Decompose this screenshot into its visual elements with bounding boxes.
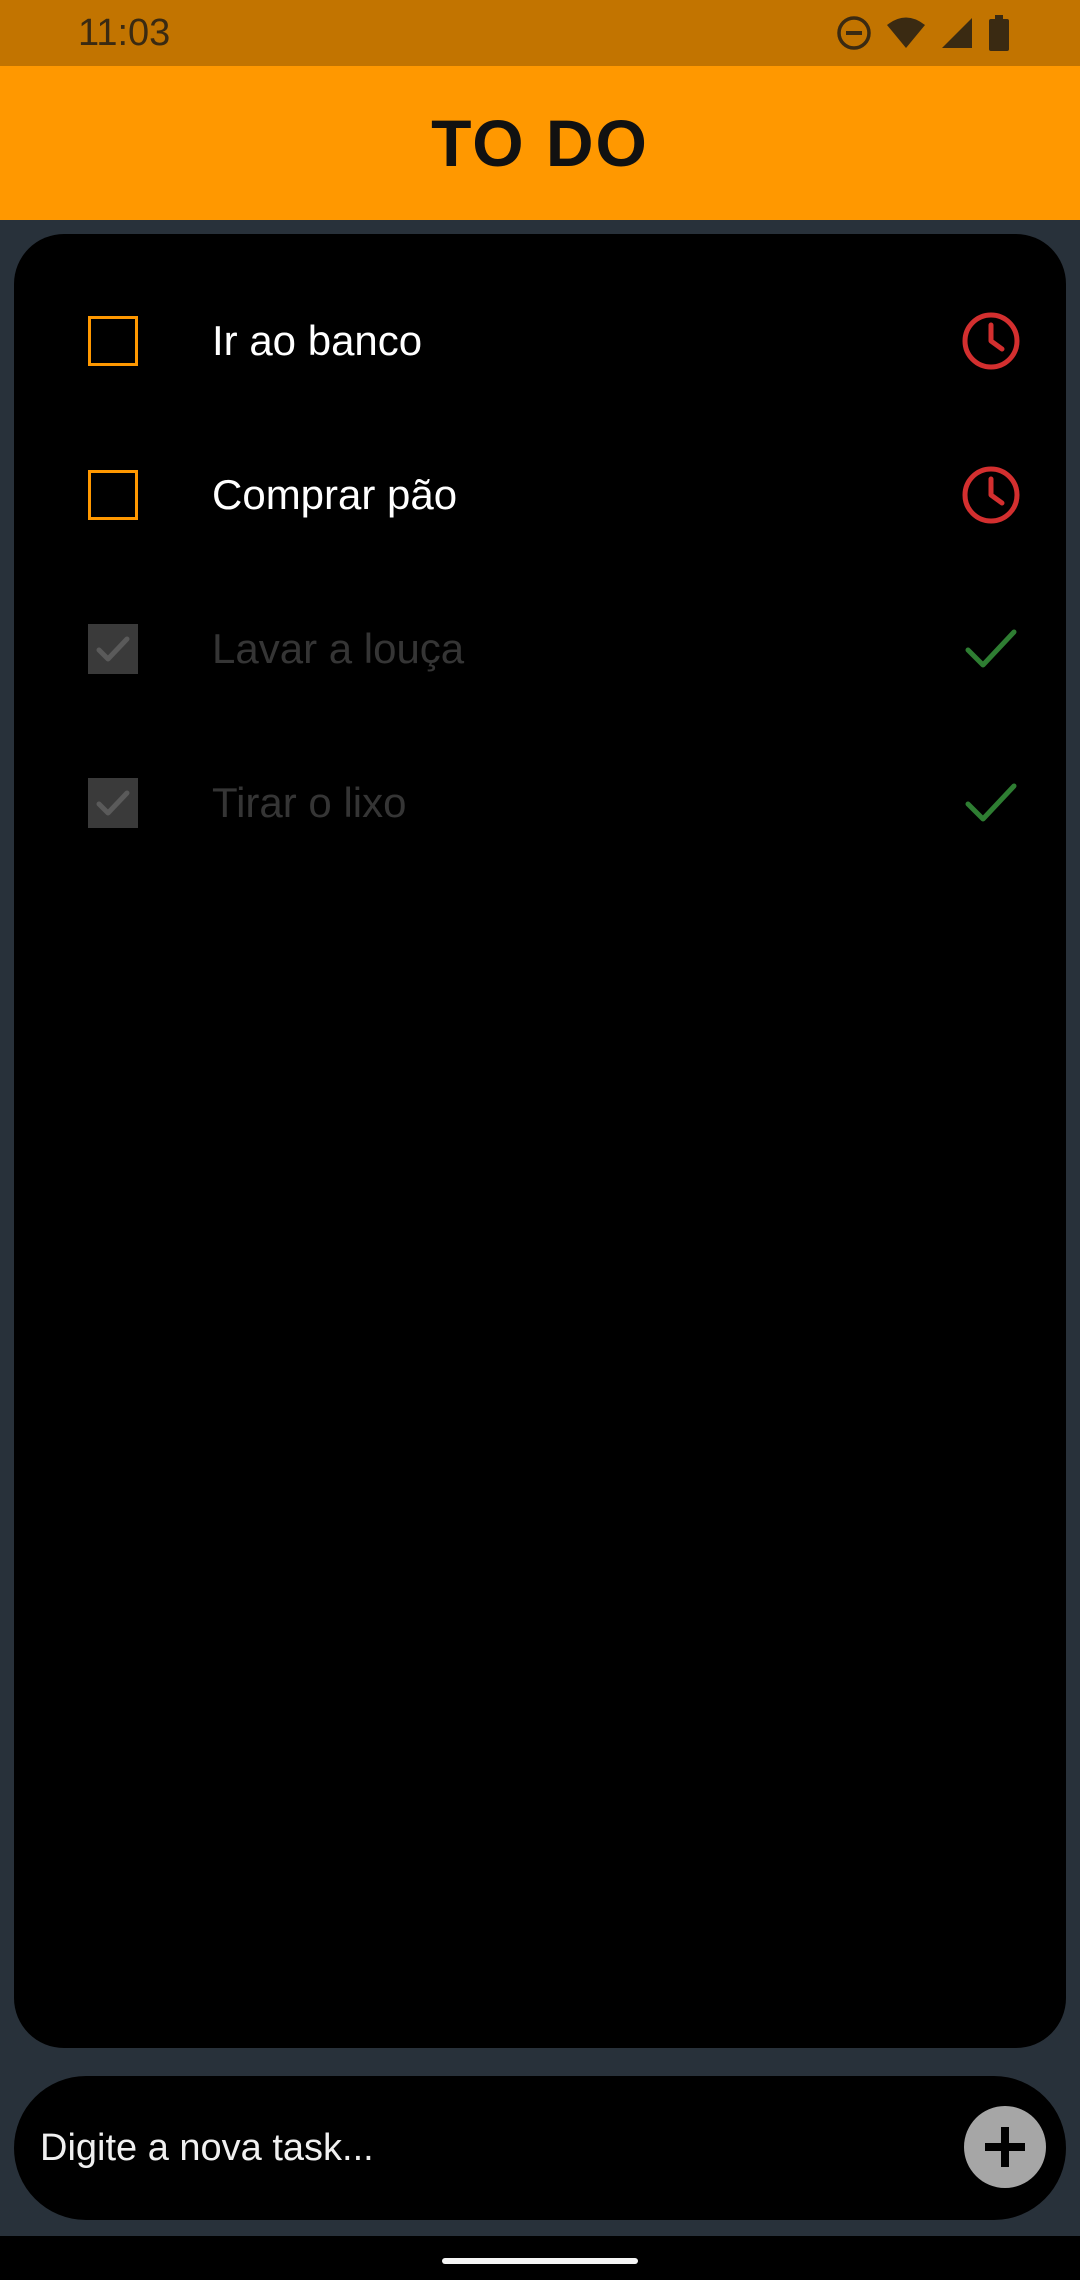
status-bar: 11:03 [0, 0, 1080, 66]
task-label: Ir ao banco [212, 317, 423, 364]
task-label: Comprar pão [212, 471, 458, 518]
task-list: Ir ao banco Comprar pão Lavar a louça Ti… [14, 234, 1066, 2048]
new-task-bar [14, 2076, 1066, 2220]
status-icons [836, 14, 1010, 52]
task-label: Tirar o lixo [212, 779, 407, 826]
task-item[interactable]: Ir ao banco [14, 264, 1066, 418]
plus-icon [985, 2127, 1025, 2167]
todo-screen: 11:03 TO DO Ir ao banco Comprar pão Lava… [0, 0, 1080, 2280]
navigation-bar [0, 2236, 1080, 2280]
status-time: 11:03 [78, 12, 171, 54]
task-checkbox-checked[interactable] [88, 778, 138, 828]
page-title: TO DO [431, 106, 649, 180]
do-not-disturb-icon [837, 16, 871, 50]
checkmark-icon [96, 790, 130, 816]
clock-icon [962, 312, 1020, 370]
new-task-input[interactable] [40, 2076, 940, 2220]
signal-icon [942, 18, 972, 48]
wifi-icon [887, 17, 925, 48]
check-icon [965, 783, 1017, 822]
task-label: Lavar a louça [212, 625, 465, 672]
home-gesture-handle[interactable] [442, 2258, 638, 2264]
battery-icon [989, 15, 1009, 51]
checkmark-icon [96, 636, 130, 662]
task-item[interactable]: Lavar a louça [14, 572, 1066, 726]
task-checkbox[interactable] [88, 316, 138, 366]
task-checkbox[interactable] [88, 470, 138, 520]
task-checkbox-checked[interactable] [88, 624, 138, 674]
app-bar: TO DO [0, 66, 1080, 220]
check-icon [965, 629, 1017, 668]
task-item[interactable]: Tirar o lixo [14, 726, 1066, 880]
task-item[interactable]: Comprar pão [14, 418, 1066, 572]
add-task-button[interactable] [964, 2106, 1046, 2188]
clock-icon [962, 466, 1020, 524]
